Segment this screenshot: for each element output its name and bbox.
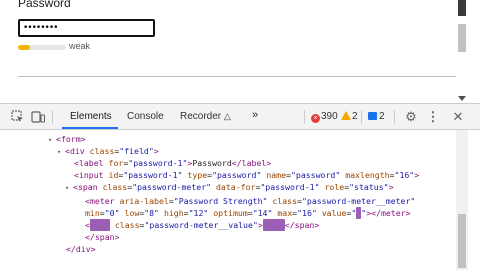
password-label: Password [18,0,71,10]
tab-recorder[interactable]: Recorder △ [180,111,231,122]
warning-icon [341,111,351,120]
password-strength-meter [18,45,66,50]
password-strength-meter-fill [18,45,30,50]
settings-gear-icon[interactable]: ⚙ [404,110,418,124]
expand-triangle-icon[interactable]: ▾ [48,134,56,146]
tree-node-form[interactable]: ▾ <form> [48,133,86,145]
tree-node-label[interactable]: <label for="password-1">Password</label> [74,157,271,169]
warning-count-badge[interactable]: 2 [341,110,358,124]
page-scrollbar-thumb[interactable] [458,24,466,52]
redacted-highlight: x [89,219,110,231]
issues-icon [368,112,377,120]
error-count-badge[interactable]: × 390 [311,110,338,124]
warning-count: 2 [352,111,358,122]
tab-elements[interactable]: Elements [70,111,112,122]
tree-node-meter[interactable]: <meter aria-label="Password Strength" cl… [85,195,415,207]
elements-tree: ▾ <form> ▾ <div class="field"> <label for=… [0,131,456,270]
issues-count: 2 [379,111,385,122]
tree-node-span-close[interactable]: </span> [85,231,120,243]
tree-node-div-close[interactable]: </div> [66,243,96,255]
scrollbar-top [458,0,466,16]
devtools-panel: Elements Console Recorder △ » × 390 2 2 ⚙… [0,103,480,270]
tree-node-value-span[interactable]: <x class="password-meter__value">x </span… [85,219,319,231]
page-divider [18,76,456,77]
tab-console[interactable]: Console [127,111,164,122]
redacted-highlight: x [262,219,285,231]
page-scrollbar[interactable] [456,0,468,103]
toolbar-separator [304,110,305,124]
scroll-down-arrow-icon[interactable] [458,96,466,101]
redacted-highlight: x [356,207,362,219]
close-devtools-icon[interactable]: ✕ [451,110,465,124]
tree-node-meter-attrs[interactable]: min="0" low="8" high="12" optimum="14" m… [85,207,411,219]
device-toolbar-icon[interactable] [31,110,46,124]
issues-count-badge[interactable]: 2 [368,110,385,124]
tree-node-span-meter[interactable]: ▾ <span class="password-meter" data-for="… [65,181,394,193]
toolbar-separator [361,110,362,124]
flask-icon: △ [223,111,231,121]
error-count: 390 [321,111,338,122]
web-page: Password weak [0,0,480,103]
more-options-icon[interactable]: ⋮ [426,110,440,124]
elements-scrollbar-thumb[interactable] [458,214,466,268]
active-tab-underline [62,127,118,129]
elements-scrollbar[interactable] [456,130,468,270]
tree-node-div-field[interactable]: ▾ <div class="field"> [57,145,159,157]
toolbar-separator [52,110,53,124]
expand-triangle-icon[interactable]: ▾ [57,146,65,158]
expand-triangle-icon[interactable]: ▾ [65,182,73,194]
tree-node-input[interactable]: <input id="password-1" type="password" n… [74,169,419,181]
inspect-element-icon[interactable] [10,110,24,124]
more-tabs-icon[interactable]: » [252,109,258,121]
error-icon: × [311,114,320,123]
devtools-toolbar: Elements Console Recorder △ » × 390 2 2 ⚙… [0,104,480,130]
password-field[interactable] [18,19,155,37]
password-strength-value: weak [69,41,91,51]
tab-recorder-label: Recorder [180,111,222,122]
toolbar-separator [394,110,395,124]
